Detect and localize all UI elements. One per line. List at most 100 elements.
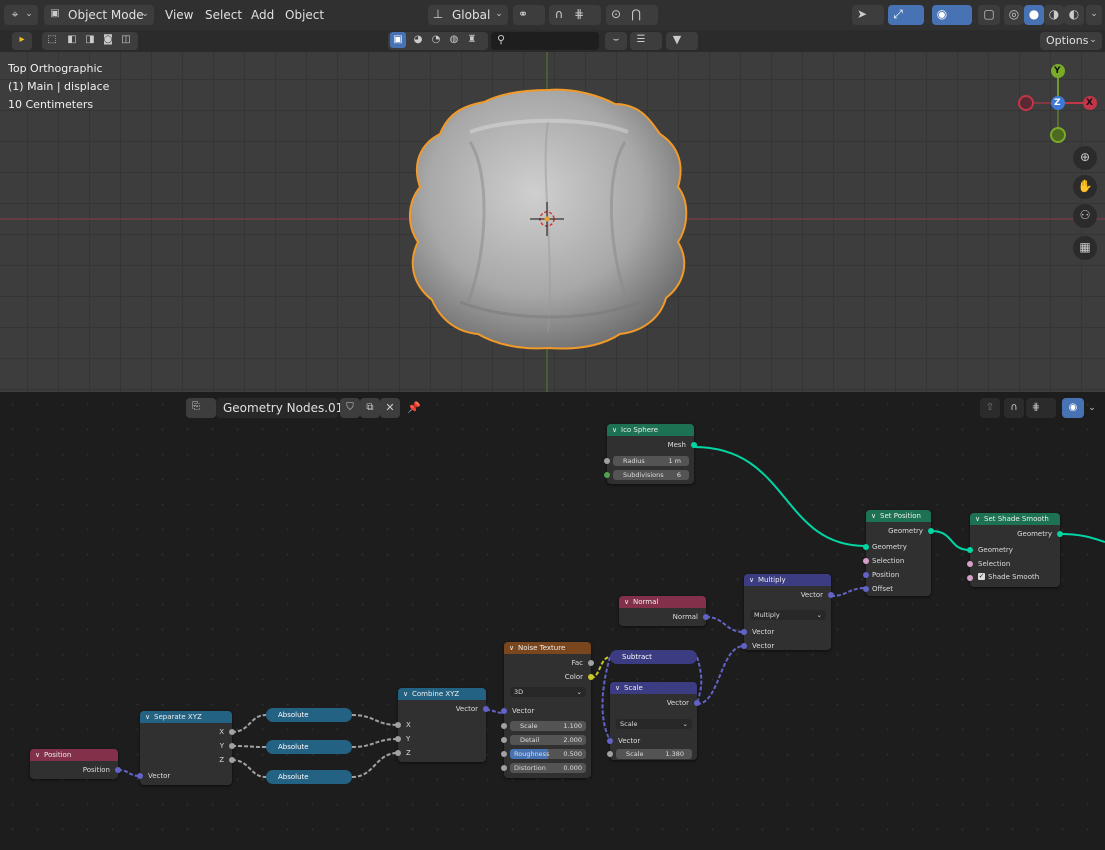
node-absolute-3[interactable]: Absolute <box>266 770 352 784</box>
output-socket[interactable] <box>229 743 235 749</box>
input-socket[interactable] <box>604 458 610 464</box>
input-socket[interactable] <box>501 751 507 757</box>
subdivisions-field[interactable]: Subdivisions 6 <box>613 470 689 480</box>
node-combine-xyz[interactable]: Combine XYZ Vector X Y Z <box>395 688 489 762</box>
input-socket[interactable] <box>741 629 747 635</box>
dimension-dropdown[interactable]: 3D ⌄ <box>510 687 586 697</box>
orientation-dropdown[interactable]: ⊥ Global ⌄ <box>428 5 508 25</box>
select-mode-group[interactable]: ⬚ ◧ ◨ ◙ ◫ <box>42 32 138 50</box>
input-socket[interactable] <box>607 751 613 757</box>
camera-view-button[interactable]: ⚇ <box>1073 204 1097 228</box>
node-normal[interactable]: Normal Normal <box>619 596 709 626</box>
output-socket[interactable] <box>1057 531 1063 537</box>
node-header[interactable]: Position <box>30 749 118 761</box>
output-socket[interactable] <box>229 757 235 763</box>
overlay-toggle[interactable]: ◉ <box>932 5 972 25</box>
shading-rendered[interactable]: ◐ <box>1064 5 1084 25</box>
node-header[interactable]: Scale <box>610 682 697 694</box>
input-socket[interactable] <box>501 737 507 743</box>
menu-object[interactable]: Object <box>285 8 324 22</box>
node-ico-sphere[interactable]: Ico Sphere Mesh Radius 1 m Subdivisions … <box>604 424 697 484</box>
options-button[interactable]: Options ⌄ <box>1040 32 1102 50</box>
3d-viewport[interactable]: Y X Z Top Orthographic (1) Main | displa… <box>0 52 1105 392</box>
mode-dropdown[interactable]: ▣ Object Mode ⌄ <box>44 5 154 25</box>
node-header[interactable]: Set Shade Smooth <box>970 513 1060 525</box>
input-socket[interactable] <box>501 723 507 729</box>
input-socket[interactable] <box>863 586 869 592</box>
gizmo-y-label[interactable]: Y <box>1054 64 1061 78</box>
search-input[interactable]: ⚲ <box>491 32 599 50</box>
gizmo-z-label[interactable]: Z <box>1054 96 1061 110</box>
scale-factor-field[interactable]: Scale 1.380 <box>616 749 692 759</box>
input-socket[interactable] <box>501 708 507 714</box>
link-toggle[interactable]: ⌣ <box>605 32 627 50</box>
pivot-dropdown[interactable]: ⚭ <box>513 5 545 25</box>
node-header[interactable]: Multiply <box>744 574 831 586</box>
input-socket[interactable] <box>137 773 143 779</box>
node-noise-texture[interactable]: Noise Texture Fac Color 3D ⌄ Vector Scal… <box>501 642 594 778</box>
input-socket[interactable] <box>863 544 869 550</box>
node-set-shade-smooth[interactable]: Set Shade Smooth Geometry Geometry Selec… <box>967 513 1063 587</box>
input-socket[interactable] <box>607 738 613 744</box>
output-socket[interactable] <box>588 674 594 680</box>
pan-button[interactable]: ✋ <box>1073 175 1097 199</box>
radius-field[interactable]: Radius 1 m <box>613 456 689 466</box>
shade-smooth-checkbox[interactable]: ✓ <box>978 573 985 580</box>
input-socket[interactable] <box>741 643 747 649</box>
distortion-field[interactable]: Distortion 0.000 <box>510 763 586 773</box>
input-socket[interactable] <box>967 547 973 553</box>
filter-dropdown[interactable]: ▼ <box>666 32 698 50</box>
node-absolute-2[interactable]: Absolute <box>266 740 352 754</box>
node-header[interactable]: Ico Sphere <box>607 424 694 436</box>
snap-dropdown[interactable]: ∩ ⋕ <box>549 5 601 25</box>
node-editor[interactable]: ⎘ Geometry Nodes.010 ⛉ ⧉ ✕ 📌 ⇧ ∩ ⋕ ◉ ⌄ ∨… <box>0 392 1105 850</box>
operation-dropdown[interactable]: Multiply ⌄ <box>750 610 826 620</box>
node-vector-multiply[interactable]: Multiply Vector Multiply ⌄ Vector Vector <box>741 574 834 650</box>
gizmo-toggle[interactable]: ⤢ <box>888 5 924 25</box>
output-socket[interactable] <box>115 767 121 773</box>
node-subtract[interactable]: Subtract <box>610 650 697 664</box>
output-socket[interactable] <box>229 729 235 735</box>
output-socket[interactable] <box>691 442 697 448</box>
shading-dropdown[interactable]: ⌄ <box>1086 5 1102 25</box>
node-header[interactable]: Set Position <box>866 510 931 522</box>
output-socket[interactable] <box>703 614 709 620</box>
input-socket[interactable] <box>863 558 869 564</box>
node-position[interactable]: Position Position <box>30 749 121 779</box>
output-socket[interactable] <box>828 592 834 598</box>
roughness-field[interactable]: Roughness 0.500 <box>510 749 586 759</box>
node-vector-scale[interactable]: Scale Vector Scale ⌄ Vector Scale 1.380 <box>607 682 700 760</box>
output-socket[interactable] <box>694 700 700 706</box>
output-socket[interactable] <box>928 528 934 534</box>
shading-solid[interactable]: ● <box>1024 5 1044 25</box>
node-set-position[interactable]: Set Position Geometry Geometry Selection… <box>863 510 934 596</box>
input-socket[interactable] <box>395 750 401 756</box>
select-tool-button[interactable]: ▸ <box>12 32 32 50</box>
editor-type-button[interactable]: ⌖ ⌄ <box>4 5 38 25</box>
visibility-dropdown[interactable]: ➤ <box>852 5 884 25</box>
proportional-edit-button[interactable]: ⊙ ⋂ <box>606 5 658 25</box>
node-header[interactable]: Separate XYZ <box>140 711 232 723</box>
input-socket[interactable] <box>395 736 401 742</box>
node-absolute-1[interactable]: Absolute <box>266 708 352 722</box>
input-socket[interactable] <box>501 765 507 771</box>
output-socket[interactable] <box>483 706 489 712</box>
ortho-toggle-button[interactable]: ▦ <box>1073 236 1097 260</box>
node-toolbar-group[interactable]: ▣ ◕ ◔ ◍ ♜ <box>388 32 488 50</box>
input-socket[interactable] <box>395 722 401 728</box>
node-separate-xyz[interactable]: Separate XYZ X Y Z Vector <box>137 711 235 785</box>
node-header[interactable]: Noise Texture <box>504 642 591 654</box>
sort-dropdown[interactable]: ☰ <box>630 32 662 50</box>
xray-toggle[interactable]: ▢ <box>978 5 1000 25</box>
node-header[interactable]: Normal <box>619 596 706 608</box>
operation-dropdown[interactable]: Scale ⌄ <box>616 719 692 729</box>
detail-field[interactable]: Detail 2.000 <box>510 735 586 745</box>
menu-view[interactable]: View <box>165 8 193 22</box>
input-socket[interactable] <box>967 561 973 567</box>
input-socket[interactable] <box>863 572 869 578</box>
input-socket[interactable] <box>604 472 610 478</box>
output-socket[interactable] <box>588 660 594 666</box>
menu-add[interactable]: Add <box>251 8 274 22</box>
scale-field[interactable]: Scale 1.100 <box>510 721 586 731</box>
menu-select[interactable]: Select <box>205 8 242 22</box>
